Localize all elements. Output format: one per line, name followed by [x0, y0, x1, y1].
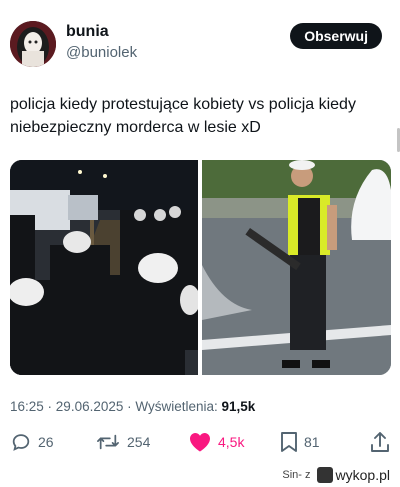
avatar-image [10, 21, 56, 67]
like-icon [190, 433, 210, 452]
share-button[interactable] [370, 430, 390, 454]
reply-count: 26 [38, 434, 54, 450]
wykop-watermark: Sin- z wykop.pl [282, 467, 390, 483]
bookmark-icon [281, 432, 297, 452]
repost-icon [97, 434, 119, 450]
reply-icon [12, 434, 30, 451]
like-count: 4,5k [218, 434, 245, 450]
bookmark-count: 81 [304, 434, 320, 450]
user-handle[interactable]: @buniolek [66, 44, 137, 61]
wykop-logo: wykop.pl [316, 467, 390, 483]
bookmark-button[interactable]: 81 [280, 430, 320, 454]
repost-count: 254 [127, 434, 151, 450]
share-icon [371, 432, 389, 452]
post-date[interactable]: 29.06.2025 [56, 399, 124, 414]
display-name[interactable]: bunia [66, 23, 109, 41]
riot-police-photo[interactable] [10, 160, 198, 375]
post-meta: 16:25 · 29.06.2025 · Wyświetlenia: 91,5k [10, 399, 255, 414]
reply-button[interactable]: 26 [10, 430, 54, 454]
views-label: Wyświetlenia: [135, 399, 222, 414]
wykop-logo-icon [316, 467, 333, 483]
post-text: policja kiedy protestujące kobiety vs po… [10, 96, 356, 136]
armed-officer-photo[interactable] [202, 160, 391, 375]
meta-separator: · [43, 399, 56, 414]
watermark-site: wykop.pl [335, 467, 390, 483]
post-time[interactable]: 16:25 [10, 399, 44, 414]
post-header: bunia @buniolek Obserwuj [10, 19, 390, 67]
like-button[interactable]: 4,5k [188, 430, 244, 454]
post-media [10, 160, 391, 375]
meta-separator: · [123, 399, 136, 414]
avatar[interactable] [10, 21, 56, 67]
follow-button[interactable]: Obserwuj [290, 23, 382, 49]
repost-button[interactable]: 254 [95, 430, 150, 454]
post-actions: 26 254 4,5k 81 [10, 430, 390, 454]
watermark-user: Sin- z [282, 469, 311, 481]
views-count: 91,5k [221, 399, 256, 414]
